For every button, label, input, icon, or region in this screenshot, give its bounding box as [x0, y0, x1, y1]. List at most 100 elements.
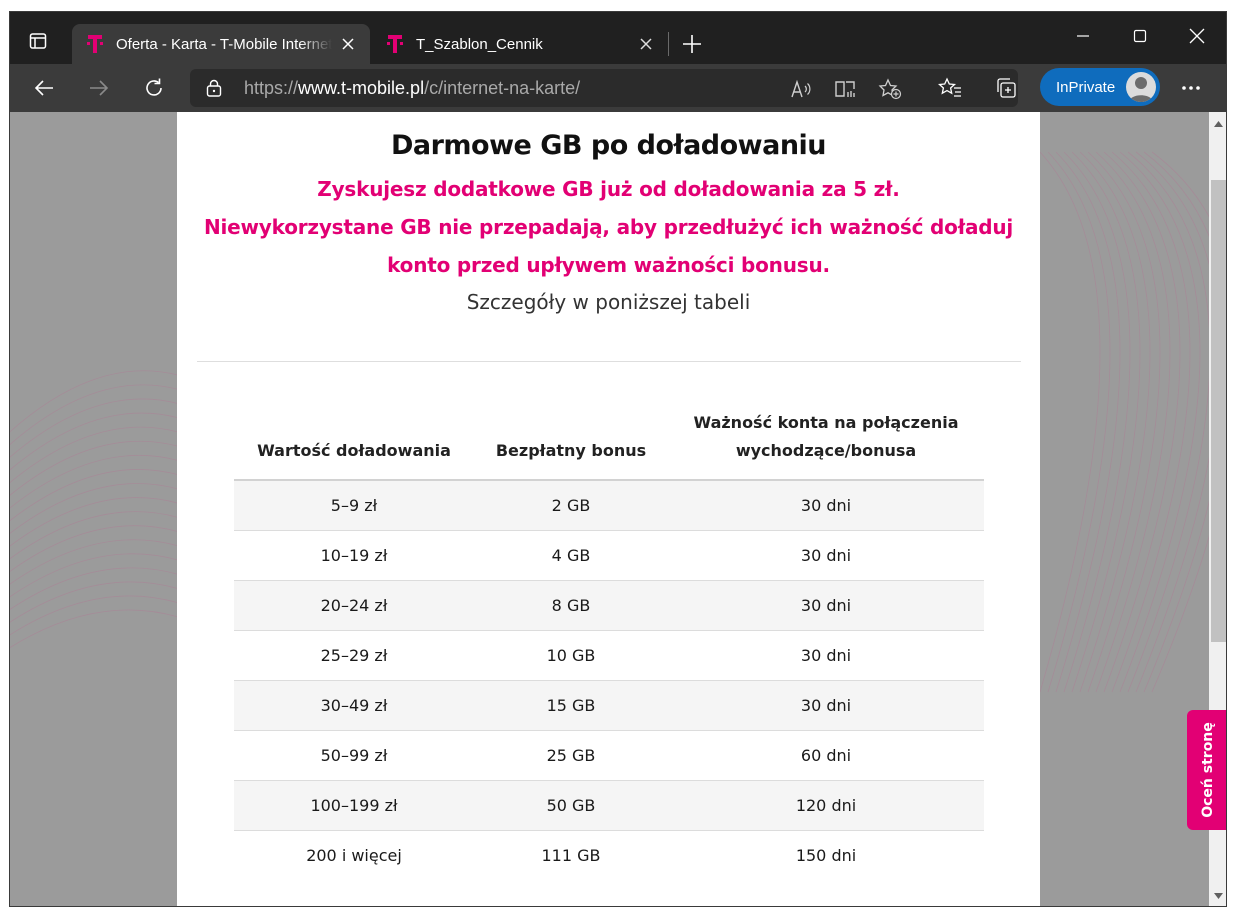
lock-icon: [206, 79, 222, 97]
maximize-icon: [1133, 29, 1147, 43]
tab-oferta-karta[interactable]: Oferta - Karta - T-Mobile Internet: [72, 24, 370, 64]
refresh-button[interactable]: [136, 70, 172, 106]
cell-topup: 100–199 zł: [310, 796, 398, 815]
scrollbar-thumb[interactable]: [1211, 180, 1226, 642]
tab-separator: [668, 32, 669, 56]
collections-button[interactable]: [988, 70, 1024, 106]
tab-actions-button[interactable]: [20, 26, 56, 56]
rate-page-button[interactable]: Oceń stronę: [1187, 710, 1226, 830]
cell-topup: 5–9 zł: [330, 496, 378, 515]
inprivate-label: InPrivate: [1056, 78, 1116, 96]
star-add-icon: [878, 78, 902, 100]
cell-validity: 30 dni: [800, 596, 852, 615]
scroll-down-button[interactable]: [1209, 886, 1226, 906]
minimize-icon: [1077, 35, 1089, 37]
cell-topup: 200 i więcej: [306, 846, 402, 865]
cell-validity: 150 dni: [795, 846, 857, 865]
url-text: https://www.t-mobile.pl/c/internet-na-ka…: [244, 78, 580, 99]
table-row: 100–199 zł 50 GB 120 dni: [234, 781, 984, 831]
minimize-button[interactable]: [1060, 18, 1106, 54]
cell-bonus: 4 GB: [551, 546, 591, 565]
section-divider: [197, 361, 1021, 362]
header-validity: Ważność konta na połączenia wychodzące/b…: [668, 409, 984, 465]
details-note: Szczegóły w poniższej tabeli: [466, 290, 751, 314]
tab-strip: Oferta - Karta - T-Mobile Internet T_Sza…: [10, 12, 1226, 64]
cell-validity: 30 dni: [800, 696, 852, 715]
rate-page-label: Oceń stronę: [1199, 722, 1216, 818]
favorites-button[interactable]: [932, 70, 968, 106]
page-title: Darmowe GB po doładowaniu: [390, 130, 827, 161]
table-row: 30–49 zł 15 GB 30 dni: [234, 681, 984, 731]
t-mobile-logo-icon: [387, 35, 403, 53]
cell-bonus: 2 GB: [551, 496, 591, 515]
url-prefix: https://: [244, 78, 299, 98]
promo-line-1: Zyskujesz dodatkowe GB już od doładowani…: [317, 177, 900, 201]
cell-bonus: 25 GB: [546, 746, 596, 765]
table-row: 50–99 zł 25 GB 60 dni: [234, 731, 984, 781]
add-favorite-button[interactable]: [877, 76, 903, 102]
read-aloud-icon: [791, 79, 811, 98]
address-bar[interactable]: https://www.t-mobile.pl/c/internet-na-ka…: [190, 69, 1018, 107]
cell-bonus: 8 GB: [551, 596, 591, 615]
inprivate-button[interactable]: InPrivate: [1040, 68, 1160, 106]
immersive-reader-icon: [835, 81, 855, 97]
url-host: www.t-mobile.pl: [298, 78, 425, 98]
close-tab-icon[interactable]: [636, 34, 656, 54]
url-path: /c/internet-na-karte/: [424, 78, 581, 98]
header-validity-line-1: Ważność konta na połączenia: [693, 413, 959, 432]
collections-icon: [997, 78, 1016, 98]
browser-window: Oferta - Karta - T-Mobile Internet T_Sza…: [9, 11, 1227, 907]
table-row: 200 i więcej 111 GB 150 dni: [234, 831, 984, 881]
scroll-down-arrow-icon: [1214, 893, 1223, 899]
cell-bonus: 15 GB: [546, 696, 596, 715]
tab-title: T_Szablon_Cennik: [416, 35, 543, 53]
table-row: 25–29 zł 10 GB 30 dni: [234, 631, 984, 681]
back-arrow-icon: [34, 80, 53, 96]
new-tab-button[interactable]: [676, 28, 708, 60]
cell-topup: 10–19 zł: [320, 546, 388, 565]
forward-button[interactable]: [81, 70, 117, 106]
back-button[interactable]: [26, 70, 62, 106]
cell-topup: 50–99 zł: [320, 746, 388, 765]
decorative-background-right: [1040, 112, 1209, 906]
favorites-icon: [938, 77, 961, 97]
decorative-background-left: [10, 112, 178, 906]
table-row: 5–9 zł 2 GB 30 dni: [234, 481, 984, 531]
tab-title: Oferta - Karta - T-Mobile Internet: [116, 35, 332, 53]
page-viewport: Darmowe GB po doładowaniu Zyskujesz doda…: [10, 112, 1209, 906]
t-mobile-logo-icon: [87, 35, 103, 53]
header-validity-line-2: wychodzące/bonusa: [735, 441, 917, 460]
read-aloud-button[interactable]: [788, 76, 814, 102]
cell-bonus: 10 GB: [546, 646, 596, 665]
cell-topup: 25–29 zł: [320, 646, 388, 665]
table-row: 20–24 zł 8 GB 30 dni: [234, 581, 984, 631]
bonus-table: Wartość doładowania Bezpłatny bonus Ważn…: [234, 408, 984, 881]
cell-validity: 30 dni: [800, 646, 852, 665]
promo-line-2: Niewykorzystane GB nie przepadają, aby p…: [203, 215, 1014, 239]
immersive-reader-button[interactable]: [832, 76, 858, 102]
cell-validity: 120 dni: [795, 796, 857, 815]
cell-bonus: 111 GB: [541, 846, 601, 865]
profile-avatar-icon: [1126, 72, 1156, 102]
close-icon: [1189, 28, 1205, 44]
browser-toolbar: https://www.t-mobile.pl/c/internet-na-ka…: [10, 64, 1226, 112]
cell-validity: 30 dni: [800, 546, 852, 565]
cell-bonus: 50 GB: [546, 796, 596, 815]
cell-topup: 30–49 zł: [320, 696, 388, 715]
refresh-icon: [146, 78, 162, 96]
tab-szablon-cennik[interactable]: T_Szablon_Cennik: [372, 24, 668, 64]
close-window-button[interactable]: [1174, 18, 1220, 54]
plus-icon: [683, 35, 701, 53]
close-tab-icon[interactable]: [338, 34, 358, 54]
content-card: Darmowe GB po doładowaniu Zyskujesz doda…: [177, 112, 1040, 906]
more-options-icon: [1182, 86, 1200, 90]
table-row: 10–19 zł 4 GB 30 dni: [234, 531, 984, 581]
cell-topup: 20–24 zł: [320, 596, 388, 615]
header-topup-value: Wartość doładowania: [257, 441, 451, 460]
scroll-up-button[interactable]: [1209, 114, 1226, 134]
tab-actions-icon: [29, 33, 47, 49]
forward-arrow-icon: [90, 80, 109, 96]
maximize-button[interactable]: [1117, 18, 1163, 54]
settings-more-button[interactable]: [1173, 70, 1209, 106]
promo-line-3: konto przed upływem ważności bonusu.: [387, 253, 830, 277]
